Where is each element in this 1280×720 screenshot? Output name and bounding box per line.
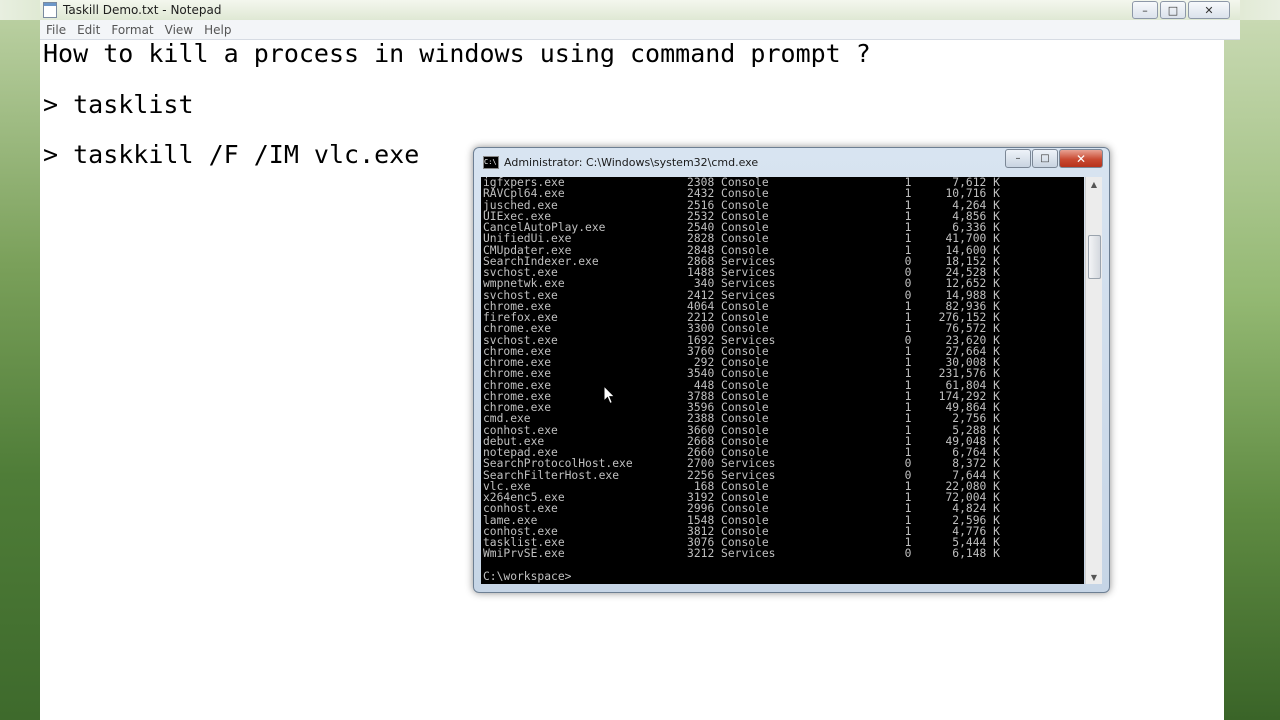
process-row: chrome.exe 3540 Console 1 231,576 K (483, 367, 1000, 381)
cmd-title: Administrator: C:\Windows\system32\cmd.e… (504, 155, 759, 169)
process-row: conhost.exe 2996 Console 1 4,824 K (483, 502, 1000, 516)
scroll-thumb[interactable] (1088, 235, 1101, 279)
cmd-close-button[interactable]: ✕ (1059, 149, 1103, 168)
menu-edit[interactable]: Edit (77, 23, 100, 37)
console-output[interactable]: igfxpers.exe 2308 Console 1 7,612 K RAVCp… (481, 177, 1084, 584)
scroll-up-arrow-icon[interactable]: ▲ (1086, 177, 1102, 191)
cmd-window-controls: – □ ✕ (1005, 149, 1103, 168)
desktop-background-right (1224, 20, 1280, 720)
menu-file[interactable]: File (46, 23, 66, 37)
cmd-title-bar[interactable]: C:\ Administrator: C:\Windows\system32\c… (474, 148, 1109, 176)
window-title: Taskill Demo.txt - Notepad (63, 3, 222, 17)
desktop-background-left (0, 20, 40, 720)
mouse-cursor-icon (603, 385, 616, 405)
cmd-maximize-button[interactable]: □ (1032, 149, 1058, 168)
close-button[interactable]: ✕ (1188, 1, 1230, 19)
scroll-down-arrow-icon[interactable]: ▼ (1086, 570, 1102, 584)
menu-format[interactable]: Format (111, 23, 153, 37)
maximize-button[interactable]: □ (1160, 1, 1186, 19)
process-row: SearchProtocolHost.exe 2700 Services 0 8… (483, 457, 1000, 471)
process-row: chrome.exe 3300 Console 1 76,572 K (483, 322, 1000, 336)
cmd-minimize-button[interactable]: – (1005, 149, 1031, 168)
process-row: UnifiedUi.exe 2828 Console 1 41,700 K (483, 232, 1000, 246)
document-line-heading: How to kill a process in windows using c… (43, 39, 871, 68)
minimize-button[interactable]: – (1132, 1, 1158, 19)
document-line-taskkill: > taskkill /F /IM vlc.exe (43, 140, 420, 169)
process-row: WmiPrvSE.exe 3212 Services 0 6,148 K (483, 547, 1000, 561)
command-prompt-line: C:\workspace> (483, 569, 572, 583)
window-controls: – □ ✕ (1132, 1, 1230, 19)
cmd-scrollbar[interactable]: ▲ ▼ (1085, 177, 1102, 584)
menu-bar: File Edit Format View Help (40, 20, 1240, 40)
notepad-title-bar[interactable]: Taskill Demo.txt - Notepad – □ ✕ (40, 0, 1240, 20)
menu-help[interactable]: Help (204, 23, 231, 37)
process-row: cmd.exe 2388 Console 1 2,756 K (483, 412, 1000, 426)
notepad-icon (43, 2, 57, 18)
process-row: wmpnetwk.exe 340 Services 0 12,652 K (483, 277, 1000, 291)
cmd-window[interactable]: C:\ Administrator: C:\Windows\system32\c… (473, 147, 1110, 593)
menu-view[interactable]: View (165, 23, 193, 37)
document-line-tasklist: > tasklist (43, 90, 194, 119)
cmd-icon: C:\ (483, 155, 499, 169)
process-row: RAVCpl64.exe 2432 Console 1 10,716 K (483, 187, 1000, 201)
